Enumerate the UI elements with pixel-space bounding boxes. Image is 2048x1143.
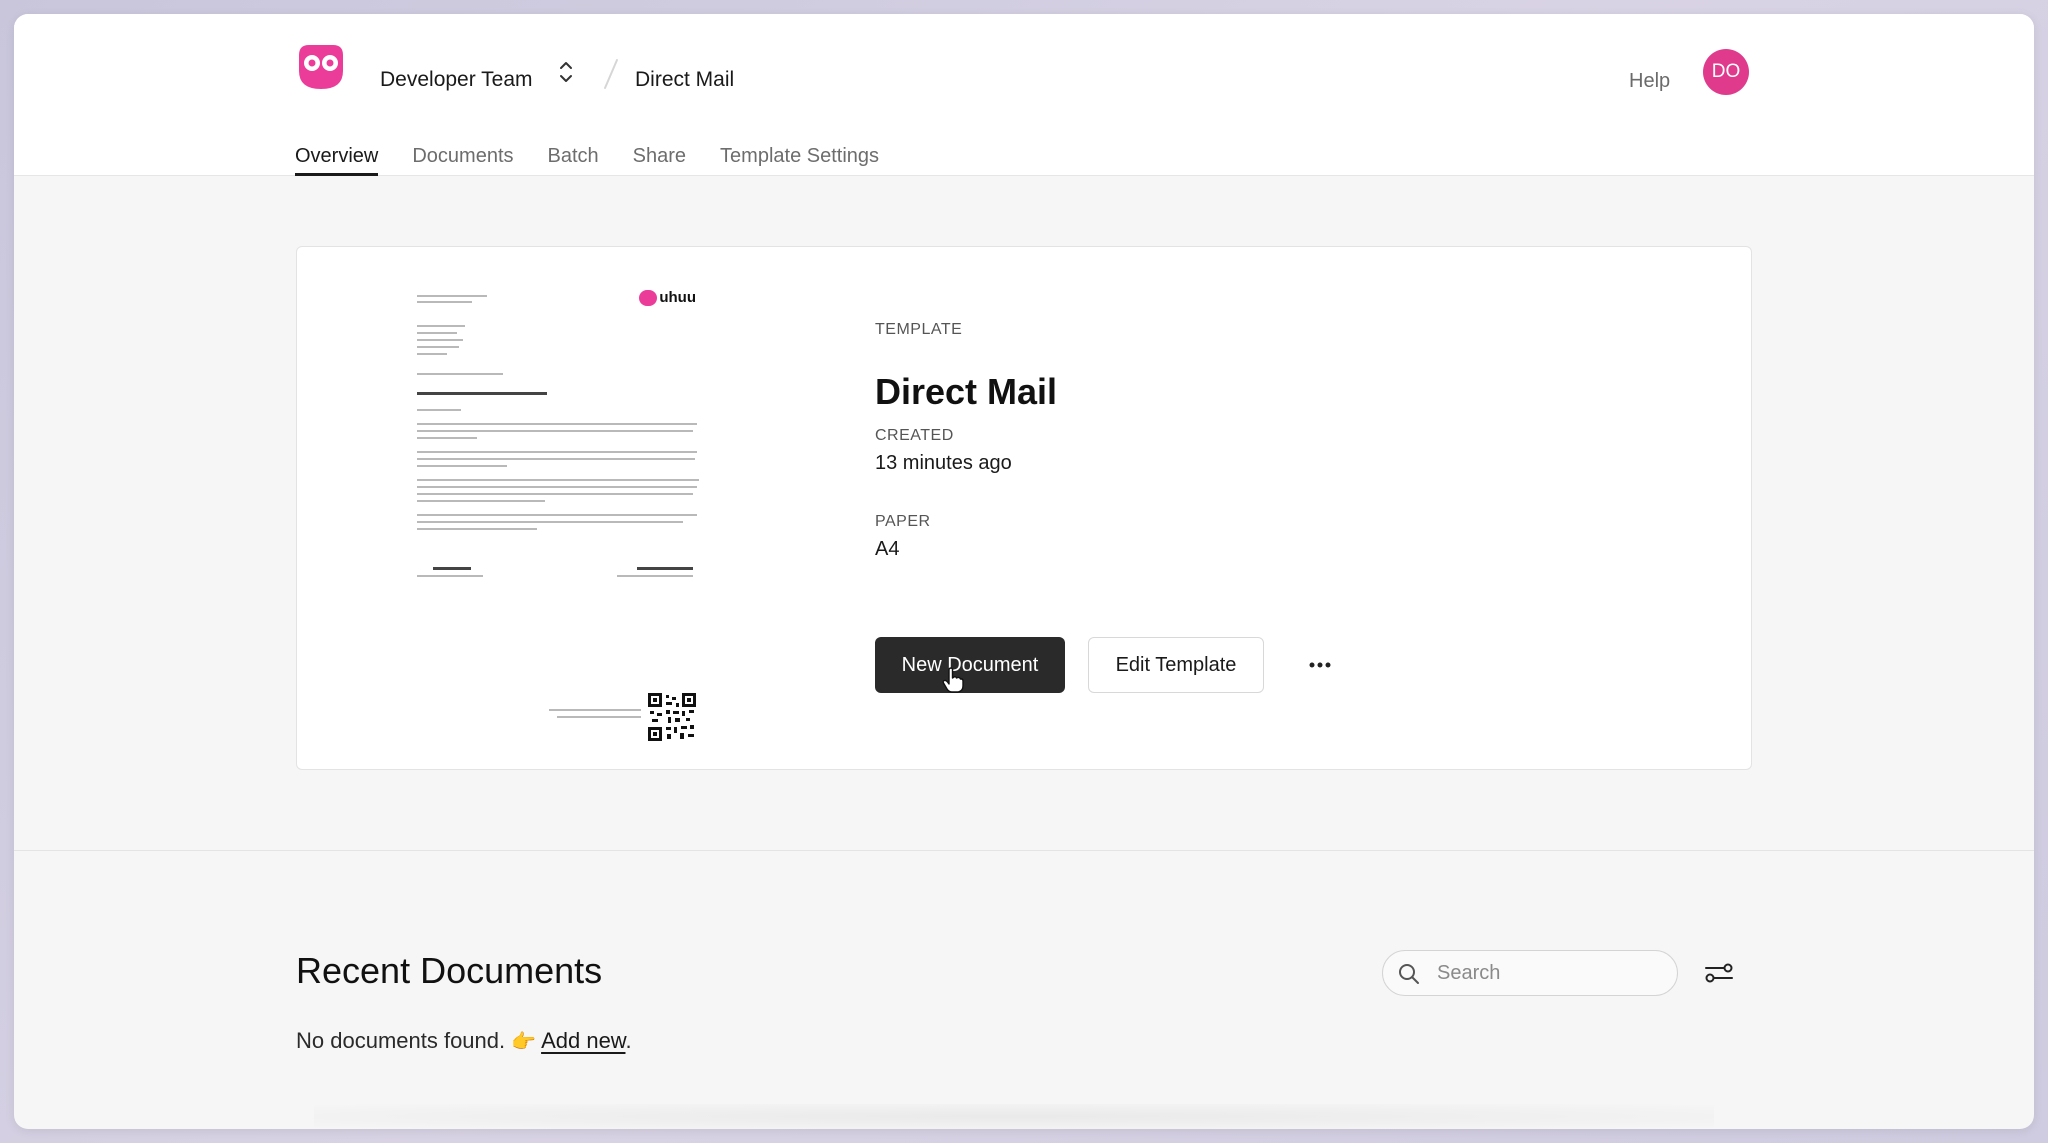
- add-new-link[interactable]: Add new: [541, 1028, 625, 1053]
- hand-pointer-cursor-icon: [942, 667, 964, 693]
- preview-text-line: [417, 430, 693, 432]
- uhuu-logo-icon[interactable]: [295, 41, 347, 93]
- preview-text-line: [417, 373, 503, 375]
- top-header: Developer Team Direct Mail Help DO Overv…: [14, 14, 2034, 176]
- preview-text-line: [417, 575, 483, 577]
- preview-text-line: [417, 486, 697, 488]
- preview-subject-line: [417, 392, 547, 395]
- preview-logo-icon: [639, 289, 658, 306]
- chevron-updown-icon[interactable]: [556, 57, 576, 87]
- preview-text-line: [417, 528, 537, 530]
- preview-text-line: [417, 437, 477, 439]
- paper-value: A4: [875, 538, 900, 560]
- recent-documents-heading: Recent Documents: [296, 950, 603, 991]
- preview-text-line: [617, 575, 693, 577]
- new-document-button[interactable]: New Document: [875, 637, 1065, 693]
- section-divider: [14, 850, 2034, 851]
- template-type-label: TEMPLATE: [875, 321, 963, 338]
- search-input[interactable]: [1437, 951, 1667, 995]
- tab-batch[interactable]: Batch: [548, 132, 599, 176]
- preview-signature-name: [637, 567, 693, 570]
- preview-text-line: [417, 409, 461, 411]
- preview-logo-text: uhuu: [659, 289, 696, 306]
- empty-state-message: No documents found. 👉 Add new.: [296, 1028, 632, 1054]
- tab-share[interactable]: Share: [633, 132, 686, 176]
- preview-text-line: [417, 346, 459, 348]
- help-link[interactable]: Help: [1629, 70, 1670, 93]
- preview-text-line: [417, 514, 697, 516]
- preview-text-line: [417, 493, 693, 495]
- preview-text-line: [417, 465, 507, 467]
- team-switcher-label[interactable]: Developer Team: [380, 68, 533, 92]
- ellipsis-icon: [1309, 662, 1331, 668]
- preview-text-line: [417, 500, 545, 502]
- tab-overview[interactable]: Overview: [295, 132, 379, 176]
- preview-text-line: [417, 339, 463, 341]
- filter-icon[interactable]: [1704, 960, 1734, 986]
- pointing-hand-icon: 👉: [511, 1031, 537, 1053]
- empty-state-text: No documents found.: [296, 1028, 506, 1053]
- preview-text-line: [417, 353, 447, 355]
- breadcrumb-current-page: Direct Mail: [635, 68, 735, 91]
- preview-text-line: [549, 709, 641, 711]
- preview-text-line: [417, 458, 695, 460]
- paper-label: PAPER: [875, 513, 931, 530]
- preview-text-line: [417, 332, 457, 334]
- breadcrumb-separator-icon: [604, 59, 618, 89]
- qr-code-icon: [648, 693, 696, 741]
- preview-text-line: [417, 295, 487, 297]
- tab-template-settings[interactable]: Template Settings: [720, 132, 879, 176]
- edit-template-button[interactable]: Edit Template: [1088, 637, 1264, 693]
- more-options-button[interactable]: [1303, 651, 1337, 679]
- preview-logo: uhuu: [639, 289, 696, 306]
- preview-text-line: [557, 716, 641, 718]
- search-field[interactable]: [1382, 950, 1678, 996]
- preview-signature-name: [433, 567, 471, 570]
- template-title: Direct Mail: [875, 371, 1058, 412]
- app-window: Developer Team Direct Mail Help DO Overv…: [14, 14, 2034, 1129]
- template-preview-thumbnail[interactable]: uhuu: [407, 285, 702, 741]
- preview-text-line: [417, 521, 683, 523]
- trailing-period: .: [625, 1028, 632, 1053]
- search-icon: [1399, 964, 1419, 984]
- preview-text-line: [417, 301, 472, 303]
- preview-text-line: [417, 451, 697, 453]
- preview-text-line: [417, 423, 697, 425]
- preview-text-line: [417, 325, 465, 327]
- tab-documents[interactable]: Documents: [412, 132, 513, 176]
- tab-bar: Overview Documents Batch Share Template …: [295, 132, 879, 176]
- preview-text-line: [417, 479, 699, 481]
- created-label: CREATED: [875, 427, 954, 444]
- bottom-shadow: [314, 1104, 1714, 1129]
- created-value: 13 minutes ago: [875, 452, 1012, 474]
- user-avatar[interactable]: DO: [1703, 49, 1749, 95]
- template-card: uhuu TEMPLATE Direct Mail CREATED 13 min…: [296, 246, 1752, 770]
